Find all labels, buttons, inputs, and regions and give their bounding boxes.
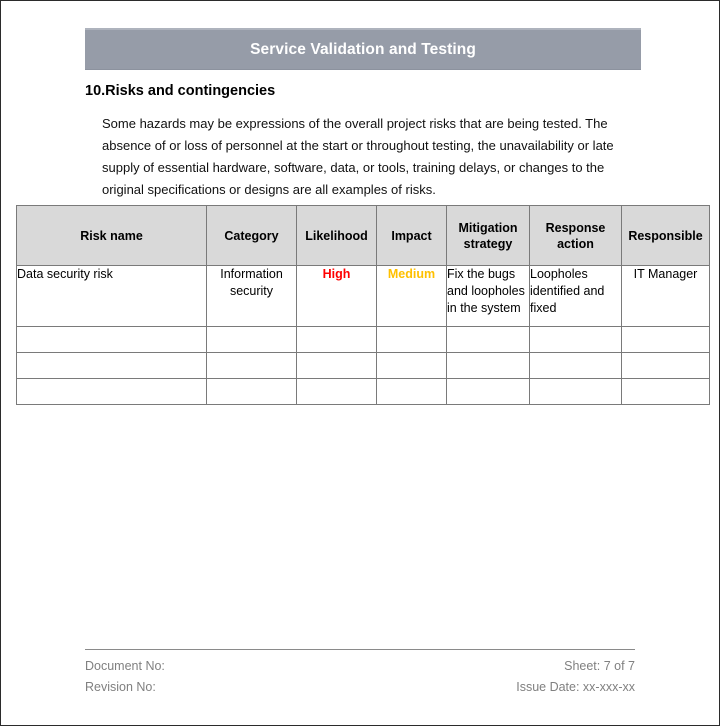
- table-row: [16, 352, 710, 379]
- column-header-mitigation-strategy: Mitigation strategy: [446, 205, 530, 266]
- cell-mitigation-strategy: Fix the bugs and loopholes in the system: [446, 265, 530, 327]
- column-header-category: Category: [206, 205, 297, 266]
- cell-likelihood: [296, 352, 377, 379]
- column-header-risk-name: Risk name: [16, 205, 207, 266]
- cell-impact: [376, 378, 447, 405]
- document-title-banner: Service Validation and Testing: [85, 28, 641, 70]
- table-header-row: Risk name Category Likelihood Impact Mit…: [16, 205, 710, 266]
- footer-issue-date: Issue Date: xx-xxx-xx: [516, 680, 635, 694]
- cell-impact: [376, 352, 447, 379]
- cell-likelihood: High: [296, 265, 377, 327]
- cell-category: Information security: [206, 265, 297, 327]
- footer-sheet-number: Sheet: 7 of 7: [564, 659, 635, 673]
- cell-likelihood: [296, 326, 377, 353]
- cell-impact: [376, 326, 447, 353]
- cell-response-action: Loopholes identified and fixed: [529, 265, 622, 327]
- document-title: Service Validation and Testing: [250, 40, 476, 58]
- footer-right-block: Sheet: 7 of 7 Issue Date: xx-xxx-xx: [516, 656, 635, 698]
- footer-revision-no: Revision No:: [85, 680, 156, 694]
- cell-category: [206, 352, 297, 379]
- cell-responsible: [621, 378, 710, 405]
- cell-risk-name: [16, 352, 207, 379]
- column-header-likelihood: Likelihood: [296, 205, 377, 266]
- document-page: Service Validation and Testing 10.Risks …: [0, 0, 720, 726]
- table-row: Data security risk Information security …: [16, 265, 710, 327]
- column-header-impact: Impact: [376, 205, 447, 266]
- table-row: [16, 326, 710, 353]
- cell-risk-name: Data security risk: [16, 265, 207, 327]
- cell-response-action: [529, 326, 622, 353]
- cell-responsible: [621, 352, 710, 379]
- cell-response-action: [529, 378, 622, 405]
- cell-mitigation-strategy: [446, 326, 530, 353]
- column-header-responsible: Responsible: [621, 205, 710, 266]
- cell-category: [206, 326, 297, 353]
- section-paragraph: Some hazards may be expressions of the o…: [102, 116, 614, 197]
- cell-category: [206, 378, 297, 405]
- cell-responsible: [621, 326, 710, 353]
- cell-response-action: [529, 352, 622, 379]
- cell-risk-name: [16, 326, 207, 353]
- footer-left-block: Document No: Revision No:: [85, 656, 165, 698]
- page-footer: Document No: Revision No: Sheet: 7 of 7 …: [85, 656, 635, 698]
- risk-table: Risk name Category Likelihood Impact Mit…: [16, 205, 710, 405]
- cell-responsible: IT Manager: [621, 265, 710, 327]
- cell-impact: Medium: [376, 265, 447, 327]
- cell-mitigation-strategy: [446, 378, 530, 405]
- section-heading: 10.Risks and contingencies: [85, 83, 276, 99]
- table-row: [16, 378, 710, 405]
- footer-document-no: Document No:: [85, 659, 165, 673]
- cell-likelihood: [296, 378, 377, 405]
- cell-mitigation-strategy: [446, 352, 530, 379]
- column-header-response-action: Response action: [529, 205, 622, 266]
- footer-divider: [85, 649, 635, 650]
- cell-risk-name: [16, 378, 207, 405]
